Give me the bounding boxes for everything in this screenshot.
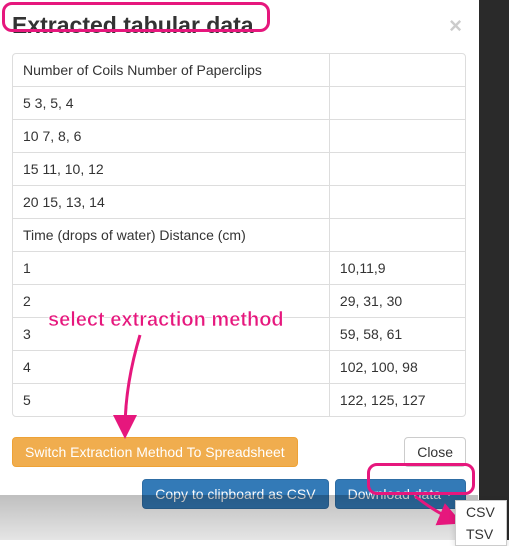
table-cell: 5 (13, 384, 329, 417)
table-row: 15 11, 10, 12 (13, 153, 465, 186)
table-cell: 15 11, 10, 12 (13, 153, 329, 186)
table-cell: 122, 125, 127 (329, 384, 465, 417)
table-cell: 102, 100, 98 (329, 351, 465, 384)
modal-header: Extracted tabular data × (12, 12, 466, 49)
data-table: Number of Coils Number of Paperclips5 3,… (13, 54, 465, 416)
table-row: 10 7, 8, 6 (13, 120, 465, 153)
close-icon[interactable]: × (445, 15, 466, 37)
table-cell: 20 15, 13, 14 (13, 186, 329, 219)
modal-shadow (0, 495, 478, 540)
table-row: 5122, 125, 127 (13, 384, 465, 417)
data-table-container: Number of Coils Number of Paperclips5 3,… (12, 53, 466, 417)
table-cell: 59, 58, 61 (329, 318, 465, 351)
table-cell: Number of Coils Number of Paperclips (13, 54, 329, 87)
background-panel (479, 0, 509, 540)
close-button[interactable]: Close (404, 437, 466, 467)
switch-extraction-button[interactable]: Switch Extraction Method To Spreadsheet (12, 437, 298, 467)
table-row: 4102, 100, 98 (13, 351, 465, 384)
table-cell: 29, 31, 30 (329, 285, 465, 318)
download-format-menu: CSV TSV (455, 500, 507, 546)
table-row: 110,11,9 (13, 252, 465, 285)
table-cell: 10 7, 8, 6 (13, 120, 329, 153)
table-cell: Time (drops of water) Distance (cm) (13, 219, 329, 252)
annotation-label: select extraction method (48, 309, 284, 332)
modal-title: Extracted tabular data (12, 12, 254, 39)
table-cell (329, 186, 465, 219)
table-cell (329, 54, 465, 87)
table-row: Number of Coils Number of Paperclips (13, 54, 465, 87)
table-row: 5 3, 5, 4 (13, 87, 465, 120)
table-row: 20 15, 13, 14 (13, 186, 465, 219)
table-cell: 1 (13, 252, 329, 285)
table-cell: 5 3, 5, 4 (13, 87, 329, 120)
menu-item-csv[interactable]: CSV (456, 501, 506, 523)
table-cell (329, 120, 465, 153)
table-cell (329, 219, 465, 252)
table-cell (329, 153, 465, 186)
table-cell: 4 (13, 351, 329, 384)
extracted-data-modal: Extracted tabular data × Number of Coils… (0, 0, 478, 527)
table-row: Time (drops of water) Distance (cm) (13, 219, 465, 252)
menu-item-tsv[interactable]: TSV (456, 523, 506, 545)
table-cell: 10,11,9 (329, 252, 465, 285)
table-cell (329, 87, 465, 120)
